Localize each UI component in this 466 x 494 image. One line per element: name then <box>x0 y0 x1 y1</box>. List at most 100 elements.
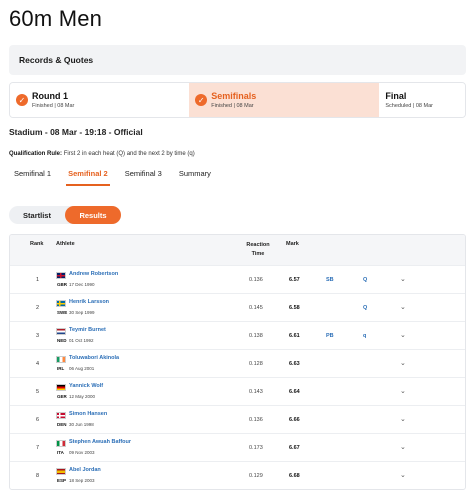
date-of-birth: 17 Dec 1990 <box>69 282 95 287</box>
country-code: SWE <box>57 310 68 315</box>
mark-cell: 6.57 <box>289 277 300 283</box>
round-semifinals[interactable]: ✓ Semifinals Finished | 08 Mar <box>189 83 380 117</box>
rank-cell: 5 <box>36 389 40 395</box>
results-button[interactable]: Results <box>65 206 121 224</box>
record-badge: PB <box>326 333 334 339</box>
round-selector: ✓ Round 1 Finished | 08 Mar ✓ Semifinals… <box>9 82 466 118</box>
flag-icon <box>56 328 66 335</box>
rank-cell: 7 <box>36 445 40 451</box>
date-of-birth: 01 Oct 1992 <box>69 338 94 343</box>
results-table: Rank Athlete Reaction Time Mark 1 Andrew … <box>9 234 466 490</box>
table-body: 1 Andrew Robertson GBR 17 Dec 1990 0.136 6.57… <box>10 265 465 489</box>
date-of-birth: 18 Sep 2003 <box>69 478 95 483</box>
header-athlete: Athlete <box>56 241 75 247</box>
table-row[interactable]: 5 Yannick Wolf GER 12 May 2000 0.143 6.64 ⌄ <box>10 377 465 405</box>
flag-icon <box>56 468 66 475</box>
mark-cell: 6.67 <box>289 445 300 451</box>
athlete-name-link[interactable]: Teymir Burnet <box>69 327 106 333</box>
table-row[interactable]: 1 Andrew Robertson GBR 17 Dec 1990 0.136 6.57… <box>10 265 465 293</box>
heat-tabs: Semifinal 1 Semifinal 2 Semifinal 3 Summ… <box>9 166 223 186</box>
reaction-time-cell: 0.143 <box>249 389 263 395</box>
header-reaction: Reaction Time <box>246 242 270 257</box>
session-info: Stadium - 08 Mar - 19:18 - Official <box>9 127 143 137</box>
record-badge: SB <box>326 277 334 283</box>
table-header: Rank Athlete Reaction Time Mark <box>10 235 465 265</box>
tab-summary[interactable]: Summary <box>174 166 216 186</box>
records-quotes-bar[interactable]: Records & Quotes <box>9 45 466 75</box>
chevron-down-icon[interactable]: ⌄ <box>400 331 406 339</box>
table-row[interactable]: 7 Stephen Awuah Baffour ITA 09 Nov 2003 0.17… <box>10 433 465 461</box>
chevron-down-icon[interactable]: ⌄ <box>400 275 406 283</box>
flag-icon <box>56 356 66 363</box>
reaction-time-cell: 0.173 <box>249 445 263 451</box>
chevron-down-icon[interactable]: ⌄ <box>400 415 406 423</box>
athlete-name-link[interactable]: Simon Hansen <box>69 411 107 417</box>
check-icon: ✓ <box>16 94 28 106</box>
flag-icon <box>56 300 66 307</box>
qualification-text: First 2 in each heat (Q) and the next 2 … <box>63 151 195 157</box>
reaction-time-cell: 0.138 <box>249 333 263 339</box>
rank-cell: 2 <box>36 305 40 311</box>
date-of-birth: 30 Jun 1998 <box>69 422 94 427</box>
mark-cell: 6.64 <box>289 389 300 395</box>
round-1[interactable]: ✓ Round 1 Finished | 08 Mar <box>10 83 190 117</box>
tab-semifinal-2[interactable]: Semifinal 2 <box>63 166 113 186</box>
chevron-down-icon[interactable]: ⌄ <box>400 359 406 367</box>
round-name: Final <box>385 91 407 101</box>
round-name: Semifinals <box>211 91 257 101</box>
flag-icon <box>56 384 66 391</box>
tab-semifinal-3[interactable]: Semifinal 3 <box>120 166 167 186</box>
table-row[interactable]: 4 Toluwabori Akinola IRL 06 Aug 2001 0.128 6.… <box>10 349 465 377</box>
rank-cell: 1 <box>36 277 40 283</box>
chevron-down-icon[interactable]: ⌄ <box>400 303 406 311</box>
country-code: GBR <box>57 282 67 287</box>
round-status: Finished | 08 Mar <box>211 103 254 109</box>
table-row[interactable]: 8 Abel Jordan ESP 18 Sep 2003 0.129 6.68 ⌄ <box>10 461 465 489</box>
flag-icon <box>56 440 66 447</box>
chevron-down-icon[interactable]: ⌄ <box>400 443 406 451</box>
reaction-time-cell: 0.128 <box>249 361 263 367</box>
header-mark: Mark <box>286 241 299 247</box>
date-of-birth: 30 Sep 1999 <box>69 310 95 315</box>
table-row[interactable]: 2 Henrik Larsson SWE 30 Sep 1999 0.145 6.58 Q ⌄ <box>10 293 465 321</box>
table-row[interactable]: 3 Teymir Burnet NED 01 Oct 1992 0.138 6.61 PB q… <box>10 321 465 349</box>
country-code: NED <box>57 338 67 343</box>
qualification-badge: q <box>363 333 367 339</box>
round-name: Round 1 <box>32 91 68 101</box>
rank-cell: 4 <box>36 361 40 367</box>
chevron-down-icon[interactable]: ⌄ <box>400 471 406 479</box>
qualification-badge: Q <box>363 277 368 283</box>
view-toggle: Startlist Results <box>9 206 121 224</box>
rank-cell: 3 <box>36 333 40 339</box>
mark-cell: 6.68 <box>289 473 300 479</box>
athlete-name-link[interactable]: Andrew Robertson <box>69 271 118 277</box>
country-code: GER <box>57 394 67 399</box>
athlete-name-link[interactable]: Stephen Awuah Baffour <box>69 439 131 445</box>
qualification-label: Qualification Rule: <box>9 151 63 157</box>
country-code: ESP <box>57 478 67 483</box>
qualification-badge: Q <box>363 305 368 311</box>
flag-icon <box>56 412 66 419</box>
round-final[interactable]: Final Scheduled | 08 Mar <box>379 83 465 117</box>
athlete-name-link[interactable]: Abel Jordan <box>69 467 101 473</box>
startlist-button[interactable]: Startlist <box>9 206 65 224</box>
date-of-birth: 12 May 2000 <box>69 394 96 399</box>
rank-cell: 8 <box>36 473 40 479</box>
rank-cell: 6 <box>36 417 40 423</box>
mark-cell: 6.61 <box>289 333 300 339</box>
tab-semifinal-1[interactable]: Semifinal 1 <box>9 166 56 186</box>
athlete-name-link[interactable]: Henrik Larsson <box>69 299 109 305</box>
country-code: IRL <box>57 366 65 371</box>
flag-icon <box>56 272 66 279</box>
chevron-down-icon[interactable]: ⌄ <box>400 387 406 395</box>
athlete-name-link[interactable]: Toluwabori Akinola <box>69 355 119 361</box>
qualification-rule: Qualification Rule: First 2 in each heat… <box>9 151 195 157</box>
athlete-name-link[interactable]: Yannick Wolf <box>69 383 103 389</box>
table-row[interactable]: 6 Simon Hansen DEN 30 Jun 1998 0.136 6.66 ⌄ <box>10 405 465 433</box>
header-rank: Rank <box>30 241 44 247</box>
date-of-birth: 09 Nov 2003 <box>69 450 95 455</box>
reaction-time-cell: 0.136 <box>249 417 263 423</box>
round-status: Scheduled | 08 Mar <box>385 103 433 109</box>
country-code: DEN <box>57 422 67 427</box>
mark-cell: 6.66 <box>289 417 300 423</box>
